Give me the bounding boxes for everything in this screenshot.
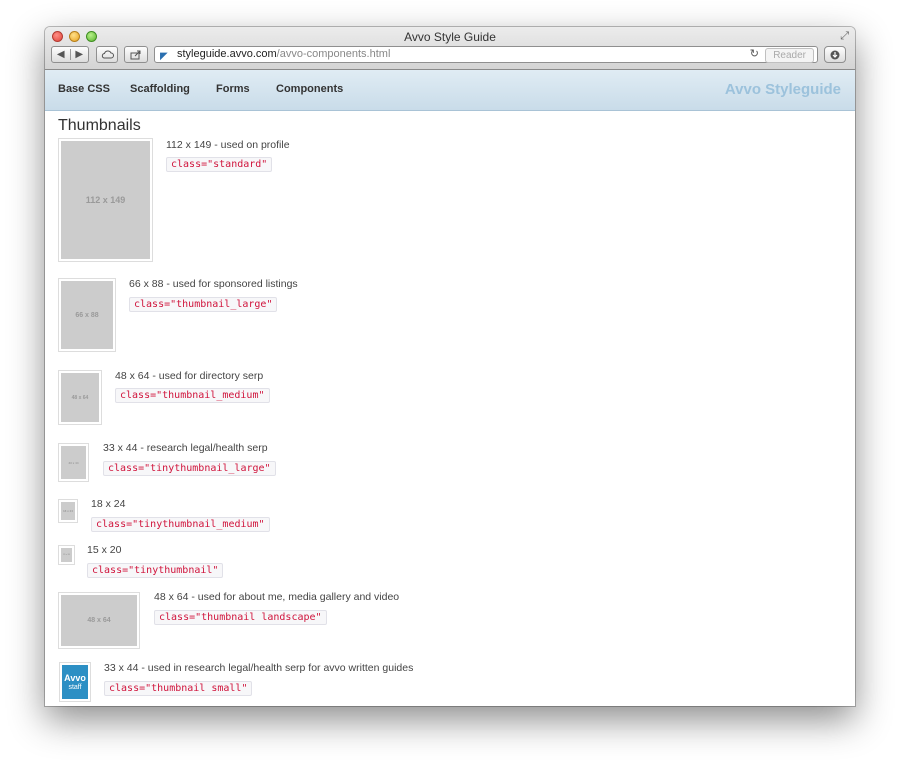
class-code: class="standard" xyxy=(166,157,273,172)
class-code: class="thumbnail landscape" xyxy=(154,610,327,625)
window-title: Avvo Style Guide xyxy=(404,30,496,44)
thumbnail-description: 15 x 20 xyxy=(87,544,122,556)
site-favicon-icon: ◤ xyxy=(160,51,168,62)
thumbnail-landscape: 48 x 64 xyxy=(58,592,140,649)
brand-logo[interactable]: Avvo Styleguide xyxy=(725,81,841,98)
thumbnail-description: 48 x 64 - used for directory serp xyxy=(115,370,264,382)
back-arrow-icon[interactable]: ◀ xyxy=(52,49,71,60)
thumbnail-placeholder-label: 18 x 24 xyxy=(62,509,73,513)
tinythumbnail-medium: 18 x 24 xyxy=(58,499,78,523)
class-code: class="tinythumbnail_large" xyxy=(103,461,276,476)
class-code: class="thumbnail small" xyxy=(104,681,253,696)
thumbnail-description: 48 x 64 - used for about me, media galle… xyxy=(154,591,400,603)
back-forward-group: ◀ ▶ xyxy=(51,46,89,63)
thumbnail-placeholder-label: 66 x 88 xyxy=(75,311,99,319)
browser-window: Avvo Style Guide ⤢ ◀ ▶ ◤ styleguide.avvo… xyxy=(45,27,855,706)
thumbnail-description: 18 x 24 xyxy=(91,498,126,510)
thumbnail-description: 33 x 44 - used in research legal/health … xyxy=(104,662,414,674)
forward-arrow-icon[interactable]: ▶ xyxy=(71,49,89,60)
browser-toolbar: ◀ ▶ ◤ styleguide.avvo.com/avvo-component… xyxy=(51,46,849,64)
thumbnail-description: 33 x 44 - research legal/health serp xyxy=(103,442,268,454)
class-code: class="tinythumbnail_medium" xyxy=(91,517,270,532)
icloud-icon[interactable] xyxy=(96,46,118,63)
downloads-icon[interactable] xyxy=(824,46,846,63)
class-code: class="tinythumbnail" xyxy=(87,563,224,578)
thumbnail-placeholder-label: 33 x 44 xyxy=(68,460,79,465)
thumbnail-placeholder-label: 15 x 20 xyxy=(63,554,70,556)
reload-icon[interactable]: ↻ xyxy=(750,47,759,62)
url-path: /avvo-components.html xyxy=(276,48,391,60)
thumbnail-medium: 48 x 64 xyxy=(58,370,102,425)
thumbnail-placeholder-label: 112 x 149 xyxy=(85,195,126,205)
nav-item-forms[interactable]: Forms xyxy=(216,83,250,95)
thumbnail-placeholder-label: 48 x 64 xyxy=(71,394,89,401)
share-icon[interactable] xyxy=(124,46,148,63)
class-code: class="thumbnail_medium" xyxy=(115,388,270,403)
nav-item-scaffolding[interactable]: Scaffolding xyxy=(130,83,190,95)
thumbnail-standard: 112 x 149 xyxy=(58,138,153,262)
nav-item-components[interactable]: Components xyxy=(276,83,343,95)
avvo-logo-text: Avvo xyxy=(64,672,86,683)
avvo-staff-thumbnail: Avvo staff xyxy=(59,662,91,702)
address-bar[interactable]: ◤ styleguide.avvo.com/avvo-components.ht… xyxy=(154,46,818,63)
staff-label: staff xyxy=(68,683,82,691)
thumbnail-description: 112 x 149 - used on profile xyxy=(166,139,290,151)
fullscreen-icon[interactable]: ⤢ xyxy=(840,30,849,43)
reader-button[interactable]: Reader xyxy=(765,48,814,63)
section-heading: Thumbnails xyxy=(58,117,141,134)
tinythumbnail-large: 33 x 44 xyxy=(58,443,89,482)
style-guide-navbar: Base CSS Scaffolding Forms Components Av… xyxy=(45,70,855,111)
nav-item-base-css[interactable]: Base CSS xyxy=(58,83,110,95)
thumbnail-large: 66 x 88 xyxy=(58,278,116,352)
thumbnail-placeholder-label: 48 x 64 xyxy=(87,617,111,624)
title-bar: Avvo Style Guide ⤢ ◀ ▶ ◤ styleguide.avvo… xyxy=(45,27,855,70)
tinythumbnail: 15 x 20 xyxy=(58,545,75,565)
class-code: class="thumbnail_large" xyxy=(129,297,278,312)
url-host: styleguide.avvo.com xyxy=(177,48,277,60)
thumbnail-description: 66 x 88 - used for sponsored listings xyxy=(129,278,298,290)
